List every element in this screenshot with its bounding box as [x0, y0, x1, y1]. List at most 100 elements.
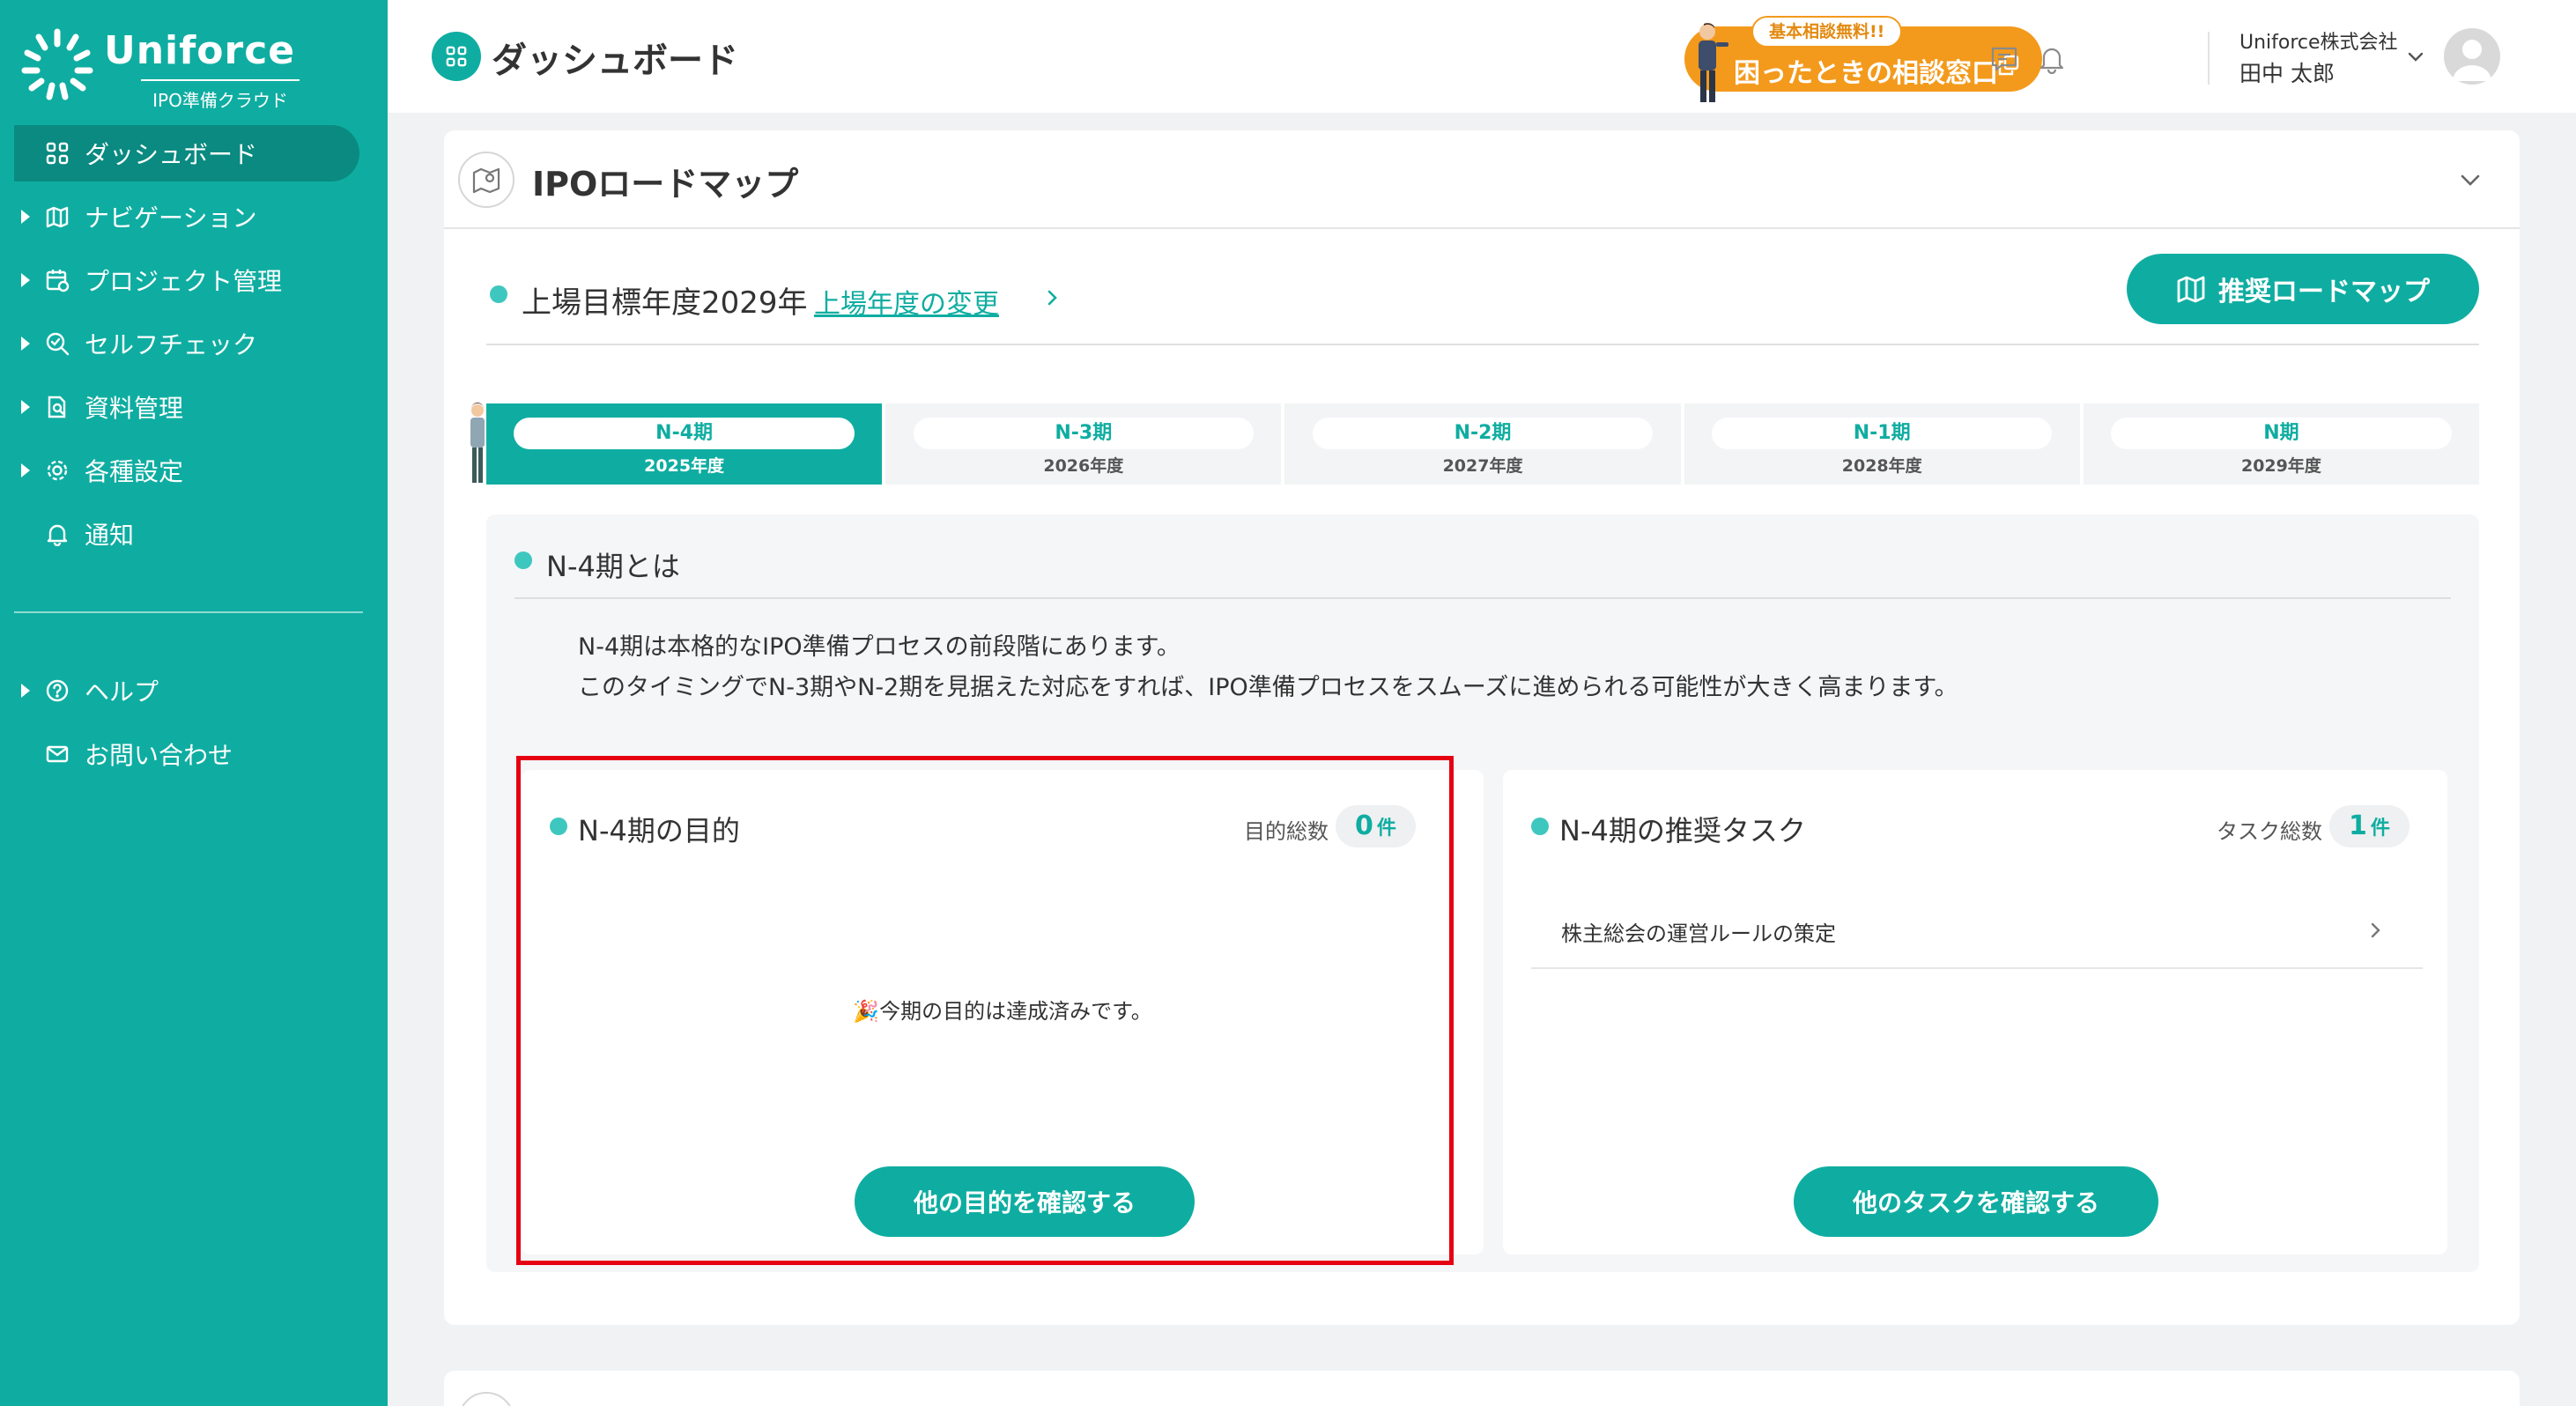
- map-icon: [2177, 276, 2205, 303]
- sidebar-item-notifications[interactable]: 通知: [14, 506, 359, 562]
- view-other-goals-button[interactable]: 他の目的を確認する: [855, 1166, 1195, 1237]
- target-year-label: 上場目標年度2029年: [522, 285, 808, 321]
- period-info-panel: N-4期とは N-4期は本格的なIPO準備プロセスの前段階にあります。 このタイ…: [486, 514, 2479, 1272]
- sidebar-item-label: 通知: [85, 521, 135, 550]
- tab-n4[interactable]: N-4期 2025年度: [486, 403, 883, 485]
- consult-label: 困ったときの相談窓口: [1734, 58, 1998, 89]
- sidebar-item-label: セルフチェック: [85, 330, 258, 359]
- bullet-dot: [514, 551, 532, 569]
- consult-free-badge: 基本相談無料!!: [1751, 16, 1903, 48]
- period-description-line: N-4期は本格的なIPO準備プロセスの前段階にあります。: [578, 633, 1181, 661]
- sidebar-item-documents[interactable]: 資料管理: [14, 379, 359, 435]
- tasks-count-label: タスク総数: [2217, 819, 2322, 844]
- tab-n2[interactable]: N-2期 2027年度: [1284, 403, 1681, 485]
- sidebar-nav: ダッシュボード ナビゲーション プロジェクト管理 セルフチェック 資料管理 各種…: [0, 125, 388, 789]
- sidebar: Uniforce IPO準備クラウド ダッシュボード ナビゲーション プロジェク…: [0, 0, 388, 1406]
- tasks-title: N-4期の推奨タスク: [1559, 814, 1806, 847]
- sidebar-item-dashboard[interactable]: ダッシュボード: [14, 125, 359, 181]
- goals-count-label: 目的総数: [1244, 819, 1329, 844]
- calendar-check-icon: [44, 267, 70, 293]
- chevron-down-icon[interactable]: [2456, 166, 2484, 194]
- chevron-down-icon[interactable]: [2405, 46, 2426, 67]
- grid-icon: [44, 140, 70, 166]
- goals-count: 0: [1355, 810, 1373, 841]
- card-icon: [458, 1392, 514, 1406]
- sidebar-item-contact[interactable]: お問い合わせ: [14, 726, 359, 782]
- help-circle-icon: [44, 677, 70, 704]
- target-year-row: 上場目標年度2029年 上場年度の変更 推奨ロードマップ: [486, 254, 2479, 345]
- tab-year: 2027年度: [1442, 456, 1523, 476]
- caret-right-icon: [21, 400, 30, 414]
- tasks-card: N-4期の推奨タスク タスク総数 1件 株主総会の運営ルールの策定 他のタスクを…: [1503, 770, 2447, 1254]
- user-name: 田中 太郎: [2239, 61, 2335, 86]
- sidebar-item-project[interactable]: プロジェクト管理: [14, 252, 359, 308]
- recommended-roadmap-label: 推奨ロードマップ: [2218, 277, 2430, 307]
- chevron-right-icon: [2371, 922, 2380, 938]
- logo[interactable]: Uniforce IPO準備クラウド: [19, 25, 300, 111]
- chat-icon[interactable]: [1989, 44, 2019, 74]
- goals-count-unit: 件: [1376, 818, 1396, 840]
- sidebar-item-label: プロジェクト管理: [85, 267, 283, 296]
- search-check-icon: [44, 330, 70, 357]
- sidebar-item-help[interactable]: ヘルプ: [14, 662, 359, 719]
- bell-icon[interactable]: [2037, 44, 2067, 74]
- tab-n1[interactable]: N-1期 2028年度: [1684, 403, 2080, 485]
- period-info-header: N-4期とは: [514, 539, 2451, 599]
- document-search-icon: [44, 394, 70, 420]
- tab-year: 2026年度: [1043, 456, 1124, 476]
- roadmap-title: IPOロードマップ: [532, 165, 799, 204]
- tab-year: 2028年度: [1841, 456, 1922, 476]
- sidebar-item-selfcheck[interactable]: セルフチェック: [14, 315, 359, 372]
- caret-right-icon: [21, 463, 30, 477]
- goals-card: N-4期の目的 目的総数 0件 🎉今期の目的は達成済みです。 他の目的を確認する: [522, 770, 1484, 1254]
- task-list-item[interactable]: 株主総会の運営ルールの策定: [1531, 893, 2423, 969]
- bullet-dot: [550, 818, 567, 835]
- tab-period: N-4期: [514, 418, 855, 449]
- sidebar-item-label: ナビゲーション: [85, 204, 257, 233]
- period-tabs: N-4期 2025年度 N-3期 2026年度 N-2期 2027年度 N-1期…: [486, 403, 2480, 485]
- view-other-tasks-button[interactable]: 他のタスクを確認する: [1794, 1166, 2158, 1237]
- sidebar-item-label: ヘルプ: [85, 677, 159, 707]
- map-icon: [44, 204, 70, 230]
- header-divider: [2208, 32, 2210, 85]
- period-info-title: N-4期とは: [546, 550, 680, 583]
- logo-sun-icon: [21, 28, 93, 100]
- roadmap-card-header[interactable]: IPOロードマップ: [444, 130, 2520, 229]
- caret-right-icon: [21, 210, 30, 224]
- tab-n[interactable]: N期 2029年度: [2083, 403, 2480, 485]
- bullet-dot: [490, 285, 507, 303]
- tab-n3[interactable]: N-3期 2026年度: [885, 403, 1282, 485]
- chevron-right-icon[interactable]: [1043, 289, 1061, 307]
- sidebar-item-navigation[interactable]: ナビゲーション: [14, 189, 359, 245]
- sidebar-item-settings[interactable]: 各種設定: [14, 442, 359, 499]
- tasks-count-unit: 件: [2370, 818, 2390, 840]
- header: ダッシュボード 基本相談無料!! 困ったときの相談窓口 Uniforce株式会社…: [388, 0, 2576, 113]
- recommended-roadmap-button[interactable]: 推奨ロードマップ: [2127, 254, 2479, 324]
- tab-year: 2029年度: [2240, 456, 2321, 476]
- tab-period: N-2期: [1312, 418, 1654, 449]
- goals-count-badge: 0件: [1336, 805, 1416, 847]
- tab-period: N-1期: [1712, 418, 2053, 449]
- grid-icon: [432, 32, 481, 81]
- tasks-count: 1: [2349, 810, 2367, 841]
- caret-right-icon: [21, 684, 30, 698]
- tab-period: N期: [2111, 418, 2452, 449]
- map-pin-icon: [458, 152, 514, 208]
- goals-title: N-4期の目的: [578, 814, 740, 847]
- avatar[interactable]: [2444, 28, 2500, 85]
- next-card: [444, 1371, 2520, 1406]
- change-year-link[interactable]: 上場年度の変更: [814, 282, 999, 321]
- tab-year: 2025年度: [644, 456, 725, 476]
- tab-period: N-3期: [913, 418, 1254, 449]
- logo-text: Uniforce: [104, 28, 296, 73]
- caret-right-icon: [21, 337, 30, 351]
- period-description-line: このタイミングでN-3期やN-2期を見据えた対応をすれば、IPO準備プロセスをス…: [578, 674, 1958, 701]
- bell-icon: [44, 521, 70, 547]
- page-title: ダッシュボード: [492, 41, 738, 81]
- company-name: Uniforce株式会社: [2239, 32, 2398, 54]
- task-label: 株主総会の運営ルールの策定: [1561, 921, 1836, 946]
- mail-icon: [44, 741, 70, 767]
- sidebar-item-label: 各種設定: [85, 457, 184, 486]
- sidebar-item-label: 資料管理: [85, 394, 184, 423]
- caret-right-icon: [21, 273, 30, 287]
